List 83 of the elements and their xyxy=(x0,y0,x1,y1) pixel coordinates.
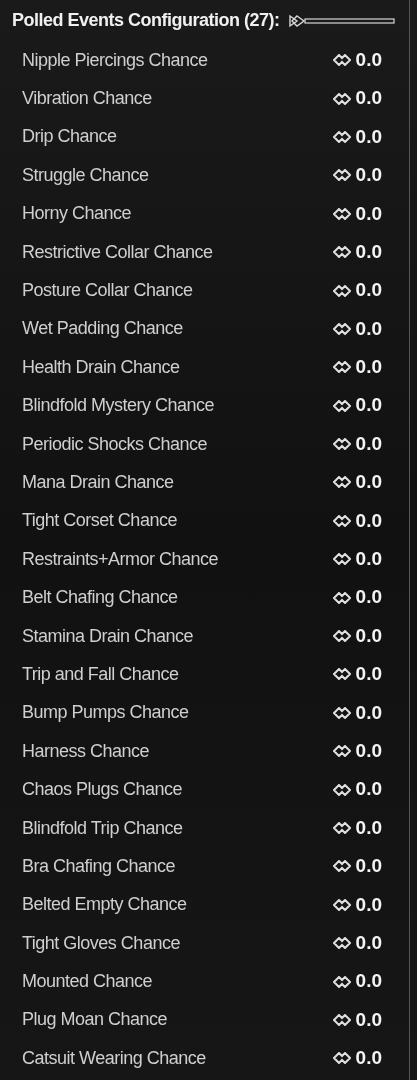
option-value[interactable]: 0.0 xyxy=(355,545,382,574)
option-label[interactable]: Vibration Chance xyxy=(22,85,152,113)
option-value[interactable]: 0.0 xyxy=(355,237,382,267)
slider-arrows-icon xyxy=(332,246,351,259)
option-value[interactable]: 0.0 xyxy=(355,314,382,344)
option-value[interactable]: 0.0 xyxy=(355,890,382,920)
option-value[interactable]: 0.0 xyxy=(355,468,382,497)
slider-arrows-icon xyxy=(332,822,351,834)
slider-arrows-icon xyxy=(332,745,351,758)
slider-arrows-icon xyxy=(332,591,351,604)
option-value[interactable]: 0.0 xyxy=(355,391,382,420)
option-label[interactable]: Tight Corset Chance xyxy=(22,507,177,535)
slider-arrows-icon xyxy=(332,783,351,796)
option-label[interactable]: Stamina Drain Chance xyxy=(22,622,194,650)
option-label[interactable]: Bra Chafing Chance xyxy=(22,852,176,880)
option-label[interactable]: Restraints+Armor Chance xyxy=(22,545,219,573)
option-value[interactable]: 0.0 xyxy=(355,1005,382,1035)
option-value[interactable]: 0.0 xyxy=(355,84,382,113)
slider-arrows-icon xyxy=(332,860,351,873)
header-ornament-icon xyxy=(287,13,396,28)
option-label[interactable]: Wet Padding Chance xyxy=(22,315,183,343)
option-label[interactable]: Blindfold Mystery Chance xyxy=(22,392,215,420)
option-value[interactable]: 0.0 xyxy=(355,813,382,843)
slider-arrows-icon xyxy=(332,937,351,950)
option-value[interactable]: 0.0 xyxy=(355,621,382,651)
slider-arrows-icon xyxy=(332,361,351,374)
slider-arrows-icon xyxy=(332,130,351,143)
option-label[interactable]: Horny Chance xyxy=(22,200,132,228)
slider-arrows-icon xyxy=(332,169,351,182)
slider-arrows-icon xyxy=(332,898,351,911)
option-label[interactable]: Struggle Chance xyxy=(22,161,149,189)
option-value[interactable]: 0.0 xyxy=(355,660,382,689)
option-label[interactable]: Health Drain Chance xyxy=(22,353,180,381)
slider-arrows-icon xyxy=(332,1052,351,1065)
option-value[interactable]: 0.0 xyxy=(355,199,382,228)
option-label[interactable]: Bump Pumps Chance xyxy=(22,699,189,727)
option-value[interactable]: 0.0 xyxy=(355,967,382,996)
slider-arrows-icon xyxy=(332,553,351,566)
slider-arrows-icon xyxy=(332,1013,351,1026)
option-value[interactable]: 0.0 xyxy=(355,928,382,958)
slider-arrows-icon xyxy=(332,284,351,297)
option-value[interactable]: 0.0 xyxy=(355,122,382,152)
slider-arrows-icon xyxy=(332,54,351,67)
slider-arrows-icon xyxy=(332,706,351,719)
slider-arrows-icon xyxy=(332,438,351,451)
slider-arrows-icon xyxy=(332,399,351,412)
option-label[interactable]: Trip and Fall Chance xyxy=(22,660,179,688)
option-label[interactable]: Belt Chafing Chance xyxy=(22,584,178,612)
option-label[interactable]: Mounted Chance xyxy=(22,968,153,996)
option-label[interactable]: Catsuit Wearing Chance xyxy=(22,1044,206,1072)
option-value[interactable]: 0.0 xyxy=(355,161,382,190)
option-label[interactable]: Belted Empty Chance xyxy=(22,891,187,919)
option-value[interactable]: 0.0 xyxy=(355,852,382,881)
option-label[interactable]: Harness Chance xyxy=(22,737,150,765)
option-label[interactable]: Blindfold Trip Chance xyxy=(22,814,183,842)
slider-arrows-icon xyxy=(332,92,351,105)
slider-arrows-icon xyxy=(332,476,351,489)
option-label[interactable]: Drip Chance xyxy=(22,123,117,151)
slider-arrows-icon xyxy=(332,322,351,335)
option-value[interactable]: 0.0 xyxy=(355,583,382,612)
option-label[interactable]: Mana Drain Chance xyxy=(22,469,174,496)
section-title: Polled Events Configuration (27): xyxy=(12,9,280,32)
slider-arrows-icon xyxy=(332,668,351,681)
option-value[interactable]: 0.0 xyxy=(355,506,382,536)
option-value[interactable]: 0.0 xyxy=(355,698,382,728)
slider-arrows-icon xyxy=(332,630,351,643)
option-label[interactable]: Posture Collar Chance xyxy=(22,277,193,305)
option-value[interactable]: 0.0 xyxy=(355,276,382,305)
option-label[interactable]: Restrictive Collar Chance xyxy=(22,238,213,266)
option-label[interactable]: Chaos Plugs Chance xyxy=(22,776,183,804)
option-value[interactable]: 0.0 xyxy=(355,1044,382,1073)
option-value[interactable]: 0.0 xyxy=(355,775,382,804)
option-value[interactable]: 0.0 xyxy=(355,736,382,766)
slider-arrows-icon xyxy=(332,514,351,527)
option-value[interactable]: 0.0 xyxy=(355,429,382,459)
option-value[interactable]: 0.0 xyxy=(355,45,382,75)
slider-arrows-icon xyxy=(332,975,351,988)
option-label[interactable]: Plug Moan Chance xyxy=(22,1006,168,1034)
option-label[interactable]: Nipple Piercings Chance xyxy=(22,46,208,74)
slider-arrows-icon xyxy=(332,207,351,220)
option-label[interactable]: Tight Gloves Chance xyxy=(22,929,180,957)
option-label[interactable]: Periodic Shocks Chance xyxy=(22,430,208,458)
option-value[interactable]: 0.0 xyxy=(355,353,382,382)
